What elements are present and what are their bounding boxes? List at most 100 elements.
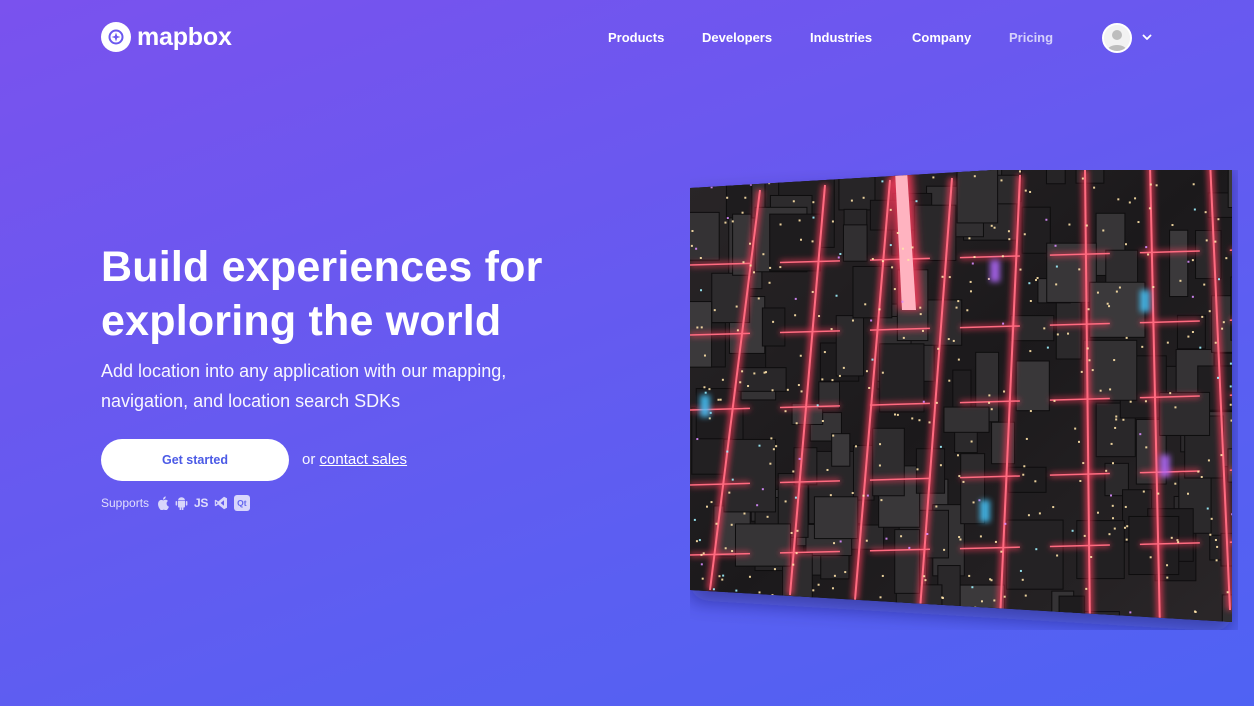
window-light [1102,229,1105,232]
window-light [703,386,706,389]
window-light [833,574,836,577]
window-light [799,238,802,241]
window-light [1077,440,1080,443]
window-light [924,579,927,582]
js-icon: JS [194,496,209,510]
window-light [1071,529,1074,532]
window-light [757,297,760,300]
window-light [712,588,715,591]
window-light [1021,578,1024,581]
window-light [1149,183,1152,186]
window-light [1028,282,1031,285]
window-light [812,589,815,592]
window-light [1141,345,1144,348]
window-light [730,523,733,526]
get-started-button[interactable]: Get started [101,439,289,481]
window-light [1237,271,1238,273]
user-avatar[interactable] [1102,23,1132,53]
window-light [1085,587,1088,590]
window-light [699,257,702,260]
window-light [1019,569,1022,572]
window-light [725,592,728,595]
window-light [818,315,821,318]
window-light [812,201,815,204]
window-light [901,300,904,303]
window-light [1142,490,1145,493]
window-light [708,388,711,391]
window-light [1230,419,1232,422]
building-block [1230,276,1232,341]
window-light [1019,268,1022,271]
window-light [700,289,703,292]
building-block [1235,466,1238,523]
window-light [957,300,960,303]
building-block [1076,520,1125,580]
window-light [918,419,921,422]
window-light [970,440,973,443]
window-light [798,457,801,460]
window-light [1229,403,1232,406]
nav-industries[interactable]: Industries [810,30,872,45]
window-light [1119,618,1122,621]
window-light [731,220,734,223]
window-light [901,247,904,250]
window-light [881,260,884,263]
nav-products[interactable]: Products [608,30,664,45]
window-light [880,606,883,609]
hero-headline-line1: Build experiences for [101,243,543,291]
hero-subheading: Add location into any application with o… [101,356,571,416]
window-light [833,602,836,605]
contact-sales-link[interactable]: contact sales [320,451,408,468]
window-light [708,417,711,420]
window-light [1029,190,1032,193]
android-icon [175,495,188,511]
window-light [794,496,797,499]
window-light [966,309,969,312]
nav-company[interactable]: Company [912,30,971,45]
window-light [864,303,867,306]
window-light [1052,506,1055,509]
window-light [1035,279,1038,282]
window-light [939,445,942,448]
window-light [811,240,814,243]
window-light [800,390,803,393]
window-light [839,252,842,255]
window-light [948,276,951,279]
window-light [1191,330,1194,333]
window-light [969,629,971,630]
window-light [726,450,729,453]
window-light [1235,302,1237,304]
nav-pricing[interactable]: Pricing [1009,30,1053,45]
window-light [1169,392,1172,395]
window-light [769,462,772,465]
window-light [1024,189,1027,192]
contact-sales-text: or contact sales [302,451,407,468]
window-light [1004,522,1007,525]
window-light [972,501,975,504]
window-light [1166,564,1169,567]
building-block [1021,206,1051,254]
nav-developers[interactable]: Developers [702,30,772,45]
window-light [739,381,742,384]
window-light [993,599,996,602]
window-light [851,492,854,495]
chevron-down-icon[interactable] [1141,31,1153,43]
window-light [891,266,894,269]
window-light [803,621,806,622]
window-light [1113,527,1116,530]
window-light [761,488,764,491]
window-light [1123,526,1126,529]
window-light [799,354,802,357]
window-light [715,522,718,525]
window-light [1142,623,1144,625]
window-light [1216,376,1219,379]
window-light [1080,370,1083,373]
window-light [1191,259,1194,262]
window-light [969,280,972,283]
window-light [747,385,750,388]
supports-label: Supports [101,496,150,510]
window-light [802,173,805,176]
user-icon [1104,25,1130,51]
window-light [881,371,884,374]
hero-city-visual [690,170,1238,630]
